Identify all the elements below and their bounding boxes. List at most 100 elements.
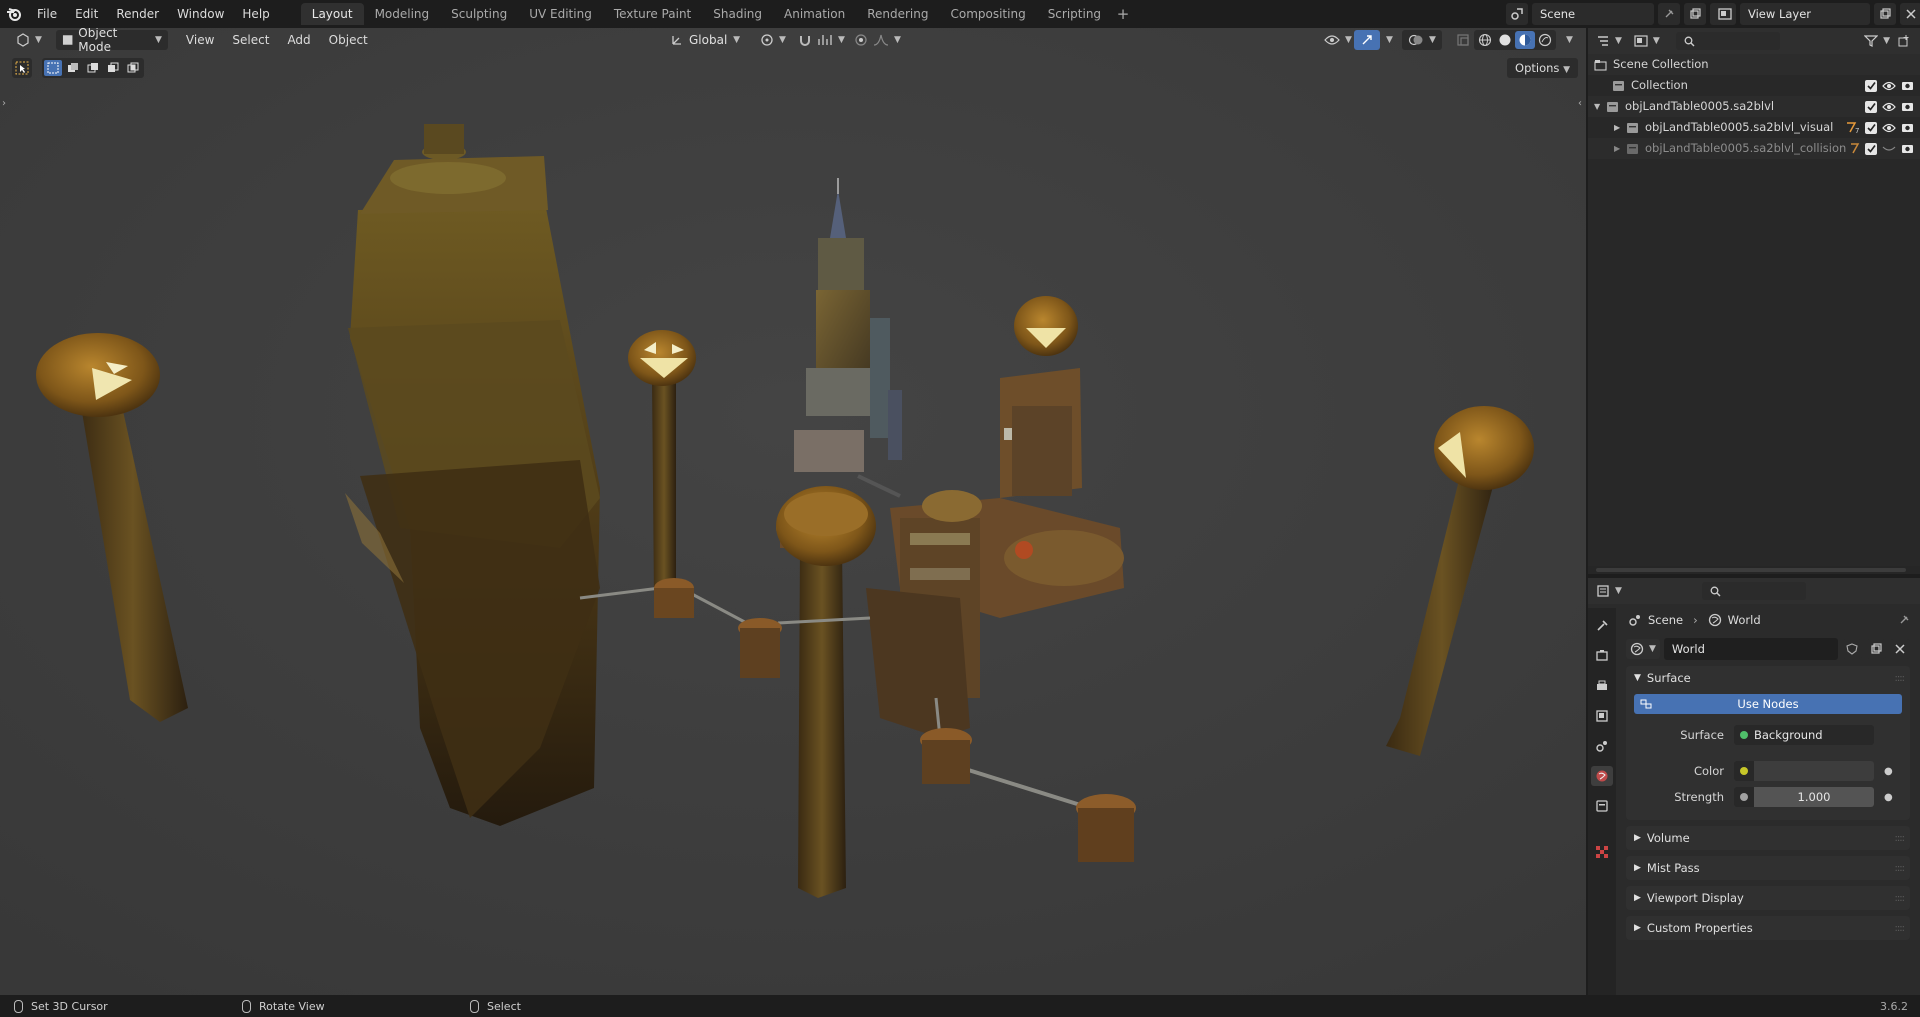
outliner-row-landtable[interactable]: ▼ objLandTable0005.sa2blvl [1588,96,1920,117]
pin-icon[interactable] [1898,614,1910,626]
tab-rendering[interactable]: Rendering [856,3,939,25]
tab-layout[interactable]: Layout [300,3,364,25]
eye-icon[interactable] [1882,102,1896,112]
surface-section-header[interactable]: ▼ Surface :::: [1626,666,1910,690]
pivot-point-dropdown[interactable]: ▼ [754,30,792,50]
strength-field[interactable]: 1.000 [1734,787,1874,807]
viewport-menu-object[interactable]: Object [323,30,374,50]
camera-render-icon[interactable] [1901,143,1914,154]
tab-shading[interactable]: Shading [702,3,773,25]
eye-icon[interactable] [1882,123,1896,133]
scene-icon[interactable] [1506,3,1528,25]
solid-shading-icon[interactable] [1495,31,1515,49]
tool-tab-icon[interactable] [1591,616,1613,636]
properties-editor-type-button[interactable]: ▼ [1596,581,1622,601]
shading-options-dropdown[interactable]: ▼ [1560,30,1579,50]
tab-sculpting[interactable]: Sculpting [440,3,518,25]
new-scene-icon[interactable] [1684,3,1706,25]
exclude-checkbox[interactable] [1865,121,1877,134]
select-box-tool-icon[interactable] [12,58,32,78]
gizmo-dropdown[interactable]: ▼ [1380,30,1399,50]
tab-scripting[interactable]: Scripting [1037,3,1112,25]
output-tab-icon[interactable] [1591,676,1613,696]
duplicate-icon[interactable] [1866,639,1886,659]
sidebar-expand-arrow-icon[interactable]: ‹ [1578,98,1582,109]
menu-render[interactable]: Render [107,0,168,28]
new-collection-icon[interactable] [1896,33,1912,49]
mesh-filter-icon[interactable] [1850,142,1860,155]
animate-property-icon[interactable]: ● [1884,766,1893,777]
xray-toggle[interactable] [1450,30,1476,50]
camera-render-icon[interactable] [1901,101,1914,112]
tab-modeling[interactable]: Modeling [364,3,441,25]
outliner-search-input[interactable] [1675,32,1780,50]
world-tab-icon[interactable] [1591,766,1613,786]
texture-tab-icon[interactable] [1591,842,1613,862]
strength-value[interactable]: 1.000 [1754,787,1874,807]
wireframe-shading-icon[interactable] [1475,31,1495,49]
overlays-toggle[interactable]: ▼ [1402,30,1442,50]
drag-grip-icon[interactable]: :::: [1895,923,1906,934]
snap-dropdown[interactable]: ▼ [792,30,851,50]
menu-file[interactable]: File [28,0,66,28]
animate-property-icon[interactable]: ● [1884,792,1893,803]
outliner-row-scene-collection[interactable]: Scene Collection [1588,54,1920,75]
tab-compositing[interactable]: Compositing [939,3,1036,25]
fake-user-shield-icon[interactable] [1842,639,1862,659]
volume-section-header[interactable]: ▶ Volume :::: [1626,826,1910,850]
intersect-selection-icon[interactable] [124,60,142,76]
collection-tab-icon[interactable] [1591,796,1613,816]
display-mode-dropdown[interactable]: ▼ [1634,31,1660,51]
properties-search-input[interactable] [1701,582,1806,600]
camera-render-icon[interactable] [1901,80,1914,91]
blender-logo-icon[interactable] [0,0,28,28]
volume-section[interactable]: ▶ Volume :::: [1626,826,1910,850]
expand-arrow-icon[interactable]: ▼ [1594,96,1606,117]
viewport-display-section-header[interactable]: ▶ Viewport Display :::: [1626,886,1910,910]
extend-selection-icon[interactable] [64,60,82,76]
tab-animation[interactable]: Animation [773,3,856,25]
eye-closed-icon[interactable] [1882,144,1896,154]
menu-edit[interactable]: Edit [66,0,107,28]
toolbar-expand-arrow-icon[interactable]: › [2,98,6,109]
view-layer-icon[interactable] [1714,3,1736,25]
color-swatch[interactable] [1754,761,1874,781]
new-view-layer-icon[interactable] [1874,3,1896,25]
eye-icon[interactable] [1882,81,1896,91]
drag-grip-icon[interactable]: :::: [1895,863,1906,874]
camera-render-icon[interactable] [1901,122,1914,133]
outliner-editor-type-button[interactable]: ▼ [1596,31,1622,51]
outliner-row-collision[interactable]: ▶ objLandTable0005.sa2blvl_collision [1588,138,1920,159]
world-name-field[interactable]: World [1663,638,1838,660]
editor-type-button[interactable]: ▼ [10,30,48,50]
drag-grip-icon[interactable]: :::: [1895,833,1906,844]
viewport-menu-add[interactable]: Add [281,30,316,50]
view-layer-field[interactable]: View Layer [1740,3,1870,25]
rendered-shading-icon[interactable] [1535,31,1555,49]
tab-texture-paint[interactable]: Texture Paint [603,3,702,25]
gizmo-toggle[interactable] [1354,30,1380,50]
set-new-selection-icon[interactable] [44,60,62,76]
menu-help[interactable]: Help [233,0,278,28]
material-preview-shading-icon[interactable] [1515,31,1535,49]
subtract-selection-icon[interactable] [84,60,102,76]
pin-icon[interactable] [1658,3,1680,25]
visibility-dropdown[interactable]: ▼ [1318,30,1358,50]
mist-pass-section[interactable]: ▶ Mist Pass :::: [1626,856,1910,880]
outliner-row-collection[interactable]: Collection [1588,75,1920,96]
plus-icon[interactable]: + [1112,3,1134,25]
expand-arrow-icon[interactable]: ▶ [1614,138,1626,159]
viewport-display-section[interactable]: ▶ Viewport Display :::: [1626,886,1910,910]
outliner-scrollbar[interactable] [1588,566,1920,574]
render-tab-icon[interactable] [1591,646,1613,666]
world-browse-dropdown[interactable]: ▼ [1626,639,1660,659]
proportional-editing-dropdown[interactable]: ▼ [848,30,907,50]
exclude-checkbox[interactable] [1865,79,1877,92]
custom-properties-section[interactable]: ▶ Custom Properties :::: [1626,916,1910,940]
custom-properties-section-header[interactable]: ▶ Custom Properties :::: [1626,916,1910,940]
scene-tab-icon[interactable] [1591,736,1613,756]
object-mode-dropdown[interactable]: Object Mode ▼ [55,28,168,54]
tab-uv-editing[interactable]: UV Editing [518,3,603,25]
expand-arrow-icon[interactable]: ▶ [1614,117,1626,138]
drag-grip-icon[interactable]: :::: [1895,673,1906,684]
